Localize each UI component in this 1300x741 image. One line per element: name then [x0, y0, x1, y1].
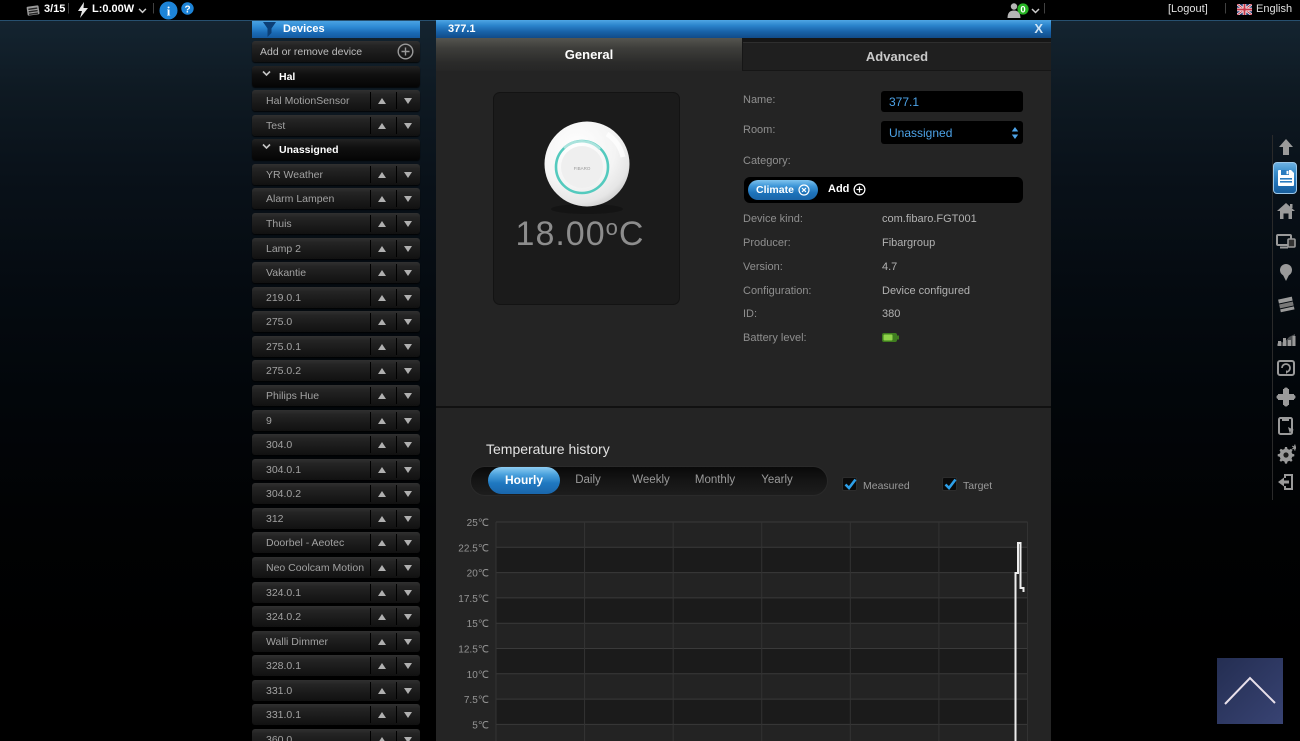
svg-text:25℃: 25℃ — [467, 518, 489, 529]
svg-text:5℃: 5℃ — [472, 720, 489, 731]
svg-text:7.5℃: 7.5℃ — [464, 695, 489, 706]
svg-text:✱: ✱ — [1292, 444, 1297, 453]
svg-text:12.5℃: 12.5℃ — [458, 645, 489, 656]
svg-text:17.5℃: 17.5℃ — [458, 594, 489, 605]
svg-text:FIBARO: FIBARO — [574, 166, 591, 171]
svg-text:i: i — [167, 4, 171, 19]
svg-text:20℃: 20℃ — [467, 569, 489, 580]
svg-text:22.5℃: 22.5℃ — [458, 543, 489, 554]
svg-text:10℃: 10℃ — [467, 670, 489, 681]
svg-text:0: 0 — [1020, 5, 1025, 15]
svg-text:18.00oC: 18.00oC — [516, 215, 645, 253]
svg-text:15℃: 15℃ — [467, 619, 489, 630]
svg-text:?: ? — [184, 4, 190, 15]
